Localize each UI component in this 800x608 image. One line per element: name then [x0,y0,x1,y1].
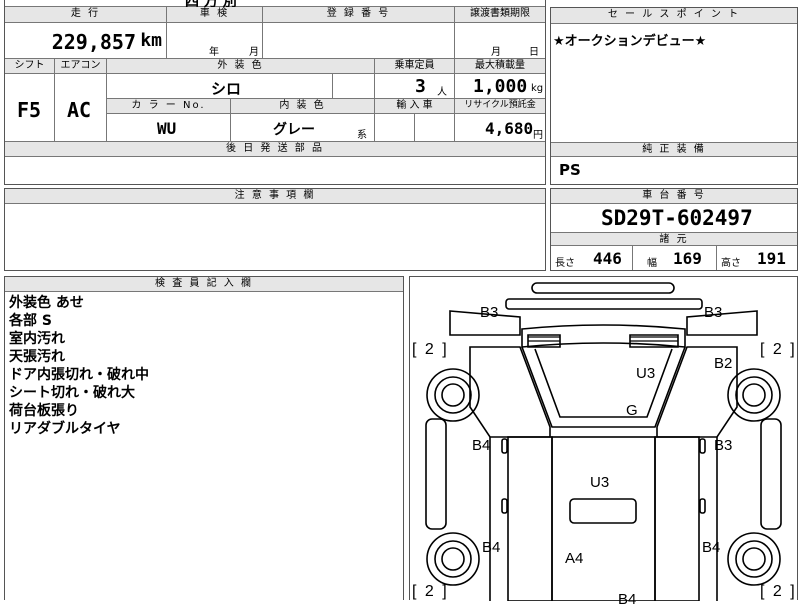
width-value: 169 [673,249,702,268]
shift-header: シフト [5,59,55,74]
length-cell: 長さ 446 [551,246,633,270]
height-value: 191 [757,249,786,268]
interior-value: グレー [273,122,315,138]
inspector-header: 検 査 員 記 入 欄 [5,277,403,292]
maxload-header: 最大積載量 [455,59,545,74]
exterior-sub-cell [333,74,375,99]
inspector-line: ドア内張切れ・破れ中 [9,367,149,383]
car-outline-diagram [425,282,782,601]
inspector-line: 荷台板張り [9,403,79,419]
capacity-header: 乗車定員 [375,59,455,74]
chassis-value: SD29T-602497 [601,206,753,230]
length-label: 長さ [555,258,575,269]
exterior-cell: シロ [107,74,333,99]
inspector-lines: 外装色 あせ 各部 S 室内汚れ天張汚れドア内張切れ・破れ中 シート切れ・破れ大 荷台板… [9,294,149,438]
ac-header: エアコン [55,59,107,74]
damage-label-b3-front-right: B3 [704,304,723,321]
parts-cell [5,157,545,183]
mileage-cell: 229,857 km [5,23,167,59]
capacity-cell: 3 人 [375,74,455,99]
vehicle-info-sheet: 四 万 別 走 行 車 検 登 録 番 号 譲渡書類期限 229,857 km … [4,0,546,185]
tire-count-rear-left: [ 2 ] [412,583,449,600]
width-cell: 幅 169 [633,246,717,270]
ac-value: AC [67,98,92,122]
damage-label-b4-mid-left: B4 [472,437,491,454]
inspector-line: シート切れ・破れ大 [9,385,135,401]
genuine-header: 純 正 装 備 [551,142,797,157]
sales-point-text: ★オークションデビュー★ [553,34,707,49]
damage-label-a4: A4 [565,550,584,567]
recycle-cell: 4,680 円 [455,114,545,142]
interior-cell: グレー 系 [231,114,375,142]
damage-label-b2: B2 [714,355,733,372]
height-label: 高さ [721,258,741,269]
inspector-line: リアダブルタイヤ [9,421,121,437]
ac-cell: AC [55,74,107,142]
tire-count-front-left: [ 2 ] [412,341,449,358]
inspector-line: 外装色 あせ [9,295,84,311]
mileage-value: 229,857 [51,30,136,54]
tire-count-front-right: [ 2 ] [760,341,797,358]
import-cell-a [375,114,415,142]
damage-label-u3-top: U3 [636,365,656,382]
registration-cell [263,23,455,59]
interior-unit: 系 [357,130,367,141]
parts-header: 後 日 発 送 部 品 [5,142,545,157]
inspector-line: 室内汚れ [9,331,65,347]
inspector-box: 検 査 員 記 入 欄 外装色 あせ 各部 S 室内汚れ天張汚れドア内張切れ・破れ中… [4,276,404,600]
mileage-header: 走 行 [5,7,167,23]
import-header: 輸 入 車 [375,99,455,114]
shift-cell: F5 [5,74,55,142]
transfer-cell: 月 日 [455,23,545,59]
inspection-year: 年 [209,47,219,58]
height-cell: 高さ 191 [717,246,797,270]
inspector-line: 各部 S [9,313,52,329]
colorno-header: カ ラ ー No. [107,99,231,114]
capacity-value: 3 [415,76,426,97]
maxload-unit: kg [531,83,544,94]
transfer-day: 日 [529,47,539,58]
damage-diagram-box: B3 B3 B2 U3 G B4 B3 U3 B4 B4 A4 B4 [ 2 ]… [409,276,798,608]
sales-point-header: セ ー ル ス ポ イ ン ト [551,8,797,24]
spec-header: 諸 元 [551,232,797,246]
interior-header: 内 装 色 [231,99,375,114]
recycle-header: リサイクル預託金 [455,99,545,114]
transfer-month: 月 [491,47,501,58]
chassis-box: 車 台 番 号 SD29T-602497 諸 元 長さ 446 幅 169 高さ… [550,188,798,271]
exterior-header: 外 装 色 [107,59,375,74]
capacity-unit: 人 [437,87,447,98]
maxload-value: 1,000 [473,76,528,97]
recycle-value: 4,680 [485,119,534,138]
recycle-unit: 円 [533,130,543,141]
colorno-value: WU [157,119,177,138]
damage-label-b4-rear-left: B4 [482,539,501,556]
inspection-cell: 年 月 [167,23,263,59]
chassis-header: 車 台 番 号 [551,189,797,204]
damage-label-b4-rear-right: B4 [702,539,721,556]
import-cell-b [415,114,455,142]
maxload-cell: 1,000 kg [455,74,545,99]
sales-point-box: セ ー ル ス ポ イ ン ト ★オークションデビュー★ 純 正 装 備 PS [550,7,798,185]
top-partial-row: 四 万 別 [5,0,545,10]
notes-header: 注 意 事 項 欄 [5,189,545,204]
damage-label-u3-mid: U3 [590,474,610,491]
inspector-line: 天張汚れ [9,349,65,365]
width-label: 幅 [647,258,657,269]
transfer-header: 譲渡書類期限 [455,7,545,23]
damage-label-b3-front-left: B3 [480,304,499,321]
inspection-header: 車 検 [167,7,263,23]
shift-value: F5 [17,98,42,122]
tire-count-rear-right: [ 2 ] [760,583,797,600]
genuine-value: PS [559,161,581,179]
inspection-month: 月 [249,47,259,58]
damage-label-b3-mid-right: B3 [714,437,733,454]
registration-header: 登 録 番 号 [263,7,455,23]
exterior-value: シロ [211,80,242,98]
mileage-unit: km [140,30,162,51]
notes-box: 注 意 事 項 欄 [4,188,546,271]
length-value: 446 [593,249,622,268]
damage-label-g: G [626,402,638,419]
colorno-cell: WU [107,114,231,142]
